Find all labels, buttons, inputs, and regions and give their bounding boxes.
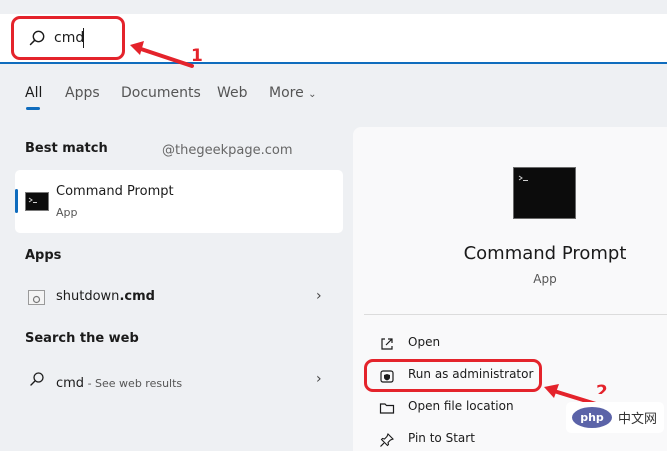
search-icon (30, 372, 44, 386)
best-match-heading: Best match (25, 141, 108, 156)
tab-apps[interactable]: Apps (65, 85, 100, 101)
divider (364, 314, 667, 315)
php-logo-text: 中文网 (618, 412, 658, 427)
web-result-label: cmd - See web results (56, 372, 182, 391)
web-result-query: cmd (56, 376, 85, 391)
open-file-location-label: Open file location (408, 399, 514, 413)
annotation-step-1: 1 (191, 46, 203, 66)
open-action[interactable]: Open (364, 330, 664, 358)
run-as-admin-highlight-box (364, 359, 542, 392)
command-prompt-icon (25, 192, 49, 211)
search-highlight-box (11, 16, 125, 60)
tab-active-indicator (26, 107, 40, 110)
app-result-name: shutdown (56, 289, 120, 304)
tab-more[interactable]: More ⌄ (269, 85, 317, 101)
app-result-label: shutdown.cmd (56, 289, 155, 304)
open-external-icon (381, 338, 393, 350)
search-web-heading: Search the web (25, 331, 139, 346)
tab-web[interactable]: Web (217, 85, 248, 101)
tab-all[interactable]: All (25, 85, 42, 101)
apps-heading: Apps (25, 248, 62, 263)
watermark-text: @thegeekpage.com (162, 143, 293, 158)
gear-icon (32, 295, 41, 304)
terminal-glyph-icon (28, 197, 37, 203)
folder-icon (379, 403, 395, 414)
selection-indicator (15, 189, 18, 213)
chevron-right-icon[interactable]: › (316, 288, 322, 304)
detail-subtitle: App (533, 272, 557, 286)
pin-to-start-label: Pin to Start (408, 431, 475, 445)
annotation-step-2: 2 (596, 382, 608, 394)
best-match-item[interactable] (15, 170, 343, 233)
pin-icon (380, 433, 394, 447)
web-result-hint: - See web results (84, 377, 183, 390)
script-file-icon (28, 290, 45, 305)
open-label: Open (408, 335, 441, 349)
best-match-title: Command Prompt (56, 184, 174, 199)
detail-title: Command Prompt (463, 243, 627, 264)
chevron-right-icon[interactable]: › (316, 371, 322, 387)
php-cn-logo: php 中文网 (566, 402, 664, 433)
best-match-subtitle: App (56, 206, 78, 219)
tab-more-label: More (269, 85, 304, 101)
chevron-down-icon: ⌄ (308, 89, 317, 100)
php-badge: php (572, 407, 612, 428)
command-prompt-icon-large (513, 167, 576, 219)
app-result-extension: .cmd (119, 289, 155, 304)
terminal-glyph-icon (518, 175, 528, 181)
tab-documents[interactable]: Documents (121, 85, 201, 101)
